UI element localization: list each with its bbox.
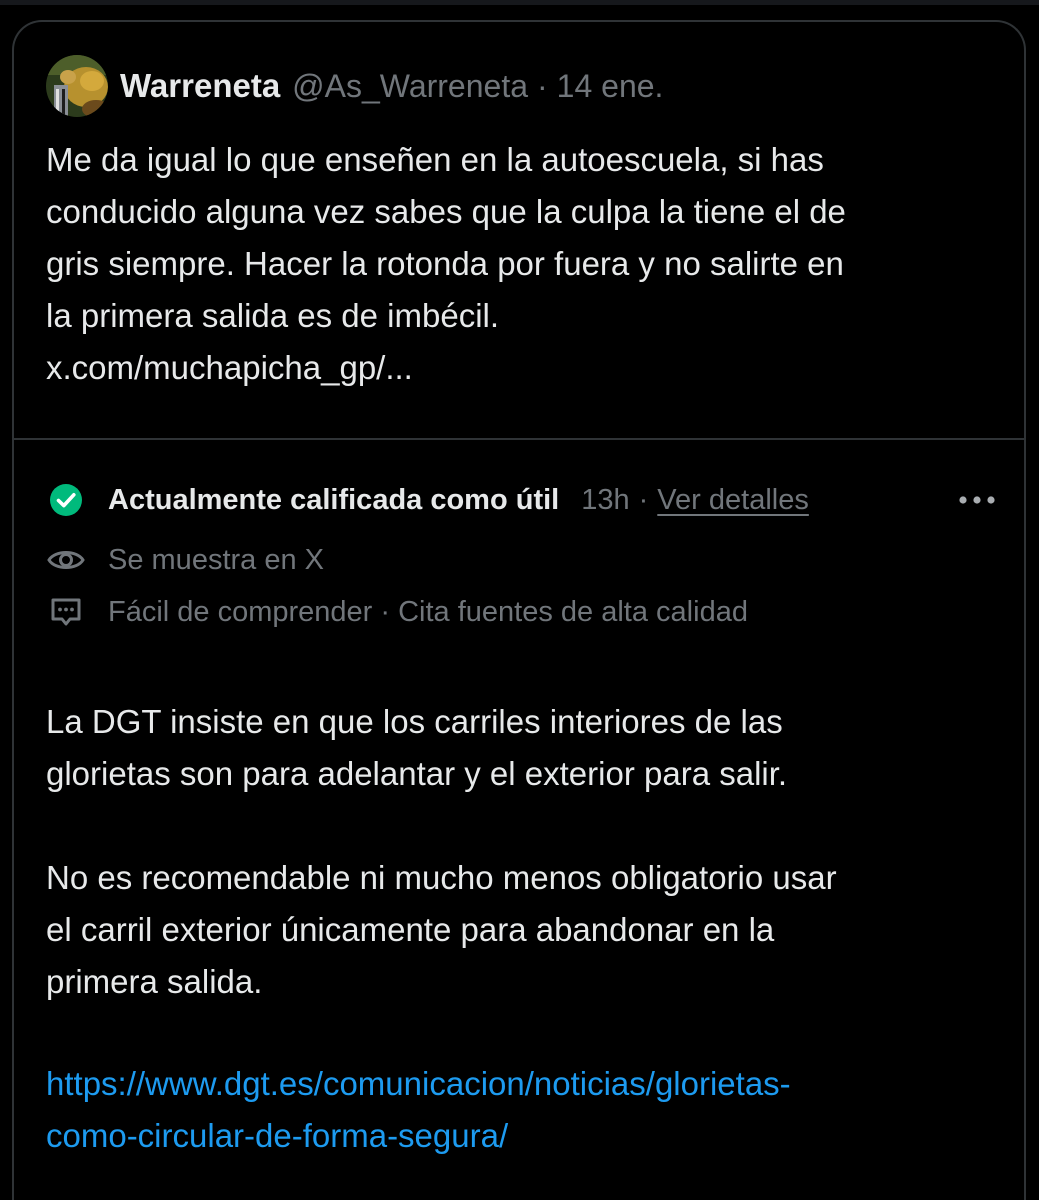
check-circle-icon <box>46 480 86 520</box>
author-handle[interactable]: @As_Warreneta <box>292 68 528 105</box>
see-details-link[interactable]: Ver detalles <box>657 484 809 517</box>
note-source-link[interactable]: https://www.dgt.es/comunicacion/noticias… <box>46 1058 1006 1162</box>
note-divider <box>14 438 1024 440</box>
more-horizontal-icon <box>959 496 995 504</box>
note-paragraph: No es recomendable ni mucho menos obliga… <box>46 852 1006 1008</box>
note-shown-in: Se muestra en X <box>108 543 324 576</box>
note-tags-row: Fácil de comprender · Cita fuentes de al… <box>46 590 748 634</box>
tweet-text-line: la primera salida es de imbécil. <box>46 297 500 334</box>
avatar[interactable] <box>46 55 108 117</box>
tweet-text-line: Me da igual lo que enseñen en la autoesc… <box>46 141 824 178</box>
tweet-text-line: gris siempre. Hacer la rotonda por fuera… <box>46 245 844 282</box>
note-paragraph: La DGT insiste en que los carriles inter… <box>46 696 1006 800</box>
tweet-header: Warreneta @As_Warreneta · 14 ene. <box>46 54 663 118</box>
tweet-text-line: conducido alguna vez sabes que la culpa … <box>46 193 846 230</box>
note-text-line: el carril exterior únicamente para aband… <box>46 911 775 948</box>
note-time: 13h <box>581 483 630 516</box>
note-shown-row: Se muestra en X <box>46 538 324 582</box>
more-options-button[interactable] <box>958 478 996 522</box>
note-link-line[interactable]: como-circular-de-forma-segura/ <box>46 1110 1006 1162</box>
tweet-text: Me da igual lo que enseñen en la autoesc… <box>46 134 1006 394</box>
top-strip <box>0 0 1039 5</box>
note-text-line: La DGT insiste en que los carriles inter… <box>46 703 783 740</box>
quoted-link[interactable]: x.com/muchapicha_gp/... <box>46 342 1006 394</box>
note-separator: · <box>638 483 649 516</box>
eye-icon <box>46 540 86 580</box>
note-status: Actualmente calificada como útil <box>108 483 560 516</box>
tweet-card[interactable]: Warreneta @As_Warreneta · 14 ene. Me da … <box>12 20 1026 1200</box>
author-name[interactable]: Warreneta <box>120 67 280 105</box>
note-status-row: Actualmente calificada como útil 13h · V… <box>46 478 996 522</box>
note-tags: Fácil de comprender · Cita fuentes de al… <box>108 595 748 628</box>
note-text-line: glorietas son para adelantar y el exteri… <box>46 755 788 792</box>
note-text-line: primera salida. <box>46 963 263 1000</box>
header-separator: · <box>537 67 548 104</box>
note-text-line: No es recomendable ni mucho menos obliga… <box>46 859 837 896</box>
tweet-date[interactable]: 14 ene. <box>557 68 664 105</box>
chat-bubble-icon <box>46 592 86 632</box>
note-link-line[interactable]: https://www.dgt.es/comunicacion/noticias… <box>46 1058 1006 1110</box>
